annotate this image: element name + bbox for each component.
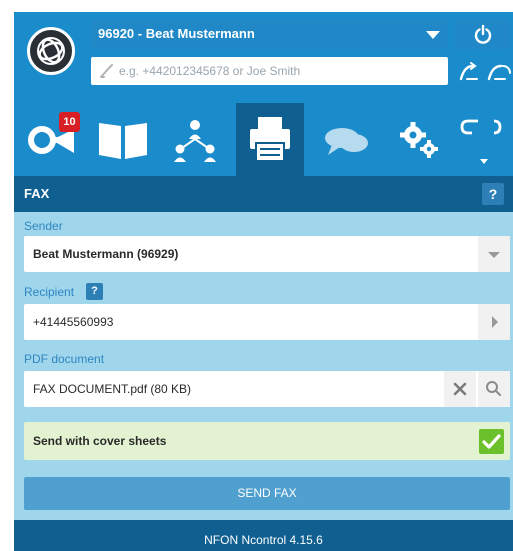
main-nav: 10: [14, 98, 513, 176]
cover-sheet-checkbox[interactable]: [479, 429, 504, 454]
nav-call-redirect[interactable]: [456, 103, 513, 176]
nav-fax[interactable]: [236, 103, 304, 176]
chevron-down-icon: [488, 252, 500, 258]
checkmark-icon: [482, 434, 501, 449]
close-icon: [453, 382, 467, 396]
cover-sheet-label: Send with cover sheets: [33, 434, 167, 448]
phone-icon: [100, 64, 113, 78]
voicemail-count-badge: 10: [59, 112, 80, 132]
nfon-logo-icon[interactable]: [27, 27, 75, 75]
app-header: 96920 - Beat Mustermann: [14, 12, 513, 98]
book-icon: [99, 123, 147, 159]
remove-document-button[interactable]: [444, 371, 476, 407]
nav-voicemail[interactable]: 10: [14, 103, 88, 176]
recipient-arrow-button[interactable]: [478, 304, 510, 340]
nav-phonebook[interactable]: [88, 103, 158, 176]
recipient-help-button[interactable]: ?: [86, 283, 103, 300]
power-icon: [474, 24, 492, 44]
fax-app: 96920 - Beat Mustermann e.g. +4420123456…: [14, 12, 513, 551]
nav-chat[interactable]: [310, 103, 382, 176]
cover-sheet-toggle[interactable]: Send with cover sheets: [24, 422, 510, 460]
chevron-down-icon: [426, 31, 440, 39]
org-chart-icon: [174, 120, 216, 162]
user-selector[interactable]: 96920 - Beat Mustermann: [91, 19, 448, 49]
sender-dropdown-button[interactable]: [478, 236, 510, 272]
power-button[interactable]: [455, 19, 511, 49]
nav-organisation[interactable]: [158, 103, 232, 176]
sender-value: Beat Mustermann (96929): [33, 247, 179, 261]
help-button[interactable]: ?: [482, 183, 504, 205]
chevron-right-icon: [492, 316, 498, 328]
pdf-document-label: PDF document: [24, 352, 105, 366]
pdf-document-value: FAX DOCUMENT.pdf (80 KB): [33, 382, 192, 396]
pdf-document-field[interactable]: FAX DOCUMENT.pdf (80 KB): [24, 371, 510, 407]
gears-icon: [400, 122, 438, 158]
nav-settings[interactable]: [382, 103, 456, 176]
fax-panel-header: FAX ?: [14, 176, 513, 212]
recipient-field[interactable]: +41445560993: [24, 304, 510, 340]
panel-title: FAX: [24, 186, 50, 201]
version-footer: NFON Ncontrol 4.15.6: [14, 520, 513, 551]
search-icon: [486, 381, 501, 396]
call-actions[interactable]: [455, 57, 513, 85]
browse-document-button[interactable]: [478, 371, 510, 407]
chat-bubbles-icon: [325, 128, 368, 155]
user-selector-label: 96920 - Beat Mustermann: [98, 26, 255, 41]
call-transfer-icon: [459, 62, 478, 81]
recipient-value: +41445560993: [33, 315, 114, 329]
call-redirect-icon: [460, 119, 502, 164]
dial-search-box[interactable]: [91, 57, 448, 85]
call-forward-icon: [487, 64, 511, 81]
sender-label: Sender: [24, 219, 63, 233]
send-fax-button[interactable]: SEND FAX: [24, 477, 510, 510]
sender-select[interactable]: Beat Mustermann (96929): [24, 236, 510, 272]
fax-icon: [250, 117, 290, 162]
dial-search-input[interactable]: [119, 57, 439, 85]
recipient-label: Recipient: [24, 285, 75, 299]
